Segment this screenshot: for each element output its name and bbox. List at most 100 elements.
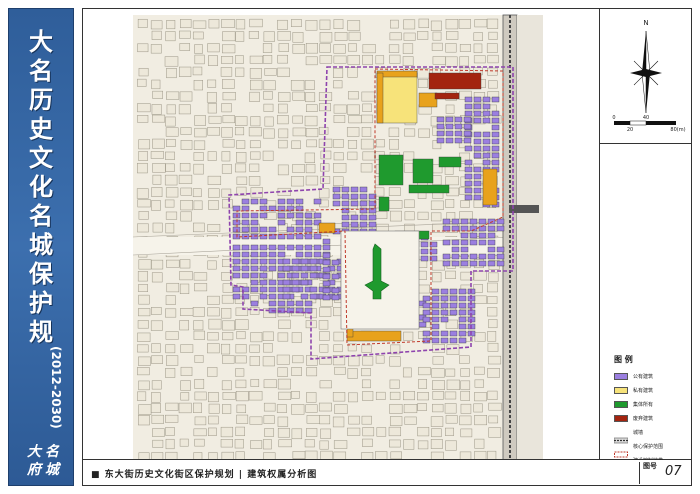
public-building (268, 226, 277, 233)
public-building (295, 233, 304, 240)
collective-building (378, 154, 404, 186)
public-building (440, 337, 449, 344)
public-building (341, 200, 350, 207)
public-building (478, 260, 487, 267)
public-building (473, 110, 482, 117)
legend-label: 核心保护范围 (633, 443, 664, 450)
public-building (431, 337, 440, 344)
banner-char: 历 (29, 85, 53, 114)
public-building (463, 116, 472, 123)
public-building (482, 117, 491, 124)
public-building (422, 302, 431, 309)
public-building (295, 198, 304, 205)
north-arrow: N 0 20 40 80(m) (612, 19, 685, 133)
legend-item: 城墙 (613, 425, 690, 443)
public-building (341, 221, 350, 228)
public-building (463, 130, 472, 137)
public-building (259, 272, 268, 279)
private-building (376, 72, 384, 124)
public-building (451, 246, 460, 253)
title-banner: 大 名 历 史 文 化 名 城 保 护 规 (2012-2030) 大 名 府 … (8, 8, 74, 486)
scale-tick-80: 80(m) (670, 127, 685, 133)
public-building (487, 260, 496, 267)
public-building (350, 200, 359, 207)
public-building (469, 239, 478, 246)
public-building (491, 124, 500, 131)
public-building (464, 110, 473, 117)
public-building (286, 226, 295, 233)
public-building (454, 123, 463, 130)
public-building (442, 218, 451, 225)
public-building (454, 116, 463, 123)
public-building (350, 193, 359, 200)
collective-building (408, 184, 450, 194)
public-building (458, 302, 467, 309)
public-building (473, 131, 482, 138)
public-building (449, 295, 458, 302)
public-building (487, 239, 496, 246)
public-building (322, 266, 331, 273)
public-building (241, 212, 250, 219)
public-building (469, 253, 478, 260)
banner-char: 史 (29, 114, 53, 143)
public-building (436, 123, 445, 130)
public-building (295, 244, 304, 251)
scale-tick-40: 40 (643, 115, 649, 121)
public-building (449, 337, 458, 344)
public-building (454, 137, 463, 144)
public-building (291, 286, 300, 293)
public-building (291, 265, 300, 272)
public-building (469, 260, 478, 267)
public-building (304, 300, 313, 307)
public-building (241, 219, 250, 226)
public-building (460, 246, 469, 253)
legend-item: 私有建筑 (614, 383, 690, 397)
public-building (304, 226, 313, 233)
public-building (445, 123, 454, 130)
legend-swatch (614, 414, 628, 422)
collective-building (438, 156, 462, 168)
public-building (322, 252, 331, 259)
public-building (473, 96, 482, 103)
public-building (286, 233, 295, 240)
public-building (241, 244, 250, 251)
public-building (250, 265, 259, 272)
public-building (458, 288, 467, 295)
legend-label: 公有建筑 (633, 373, 654, 380)
public-building (449, 302, 458, 309)
public-building (464, 180, 473, 187)
public-building (482, 145, 491, 152)
public-building (309, 272, 318, 279)
public-building (451, 239, 460, 246)
public-building (482, 110, 491, 117)
public-building (282, 258, 291, 265)
public-building (440, 295, 449, 302)
public-building (232, 272, 241, 279)
public-building (304, 251, 313, 258)
public-building (460, 225, 469, 232)
public-building (463, 137, 472, 144)
public-building (250, 226, 259, 233)
public-building (482, 96, 491, 103)
ownership-map[interactable] (83, 9, 600, 460)
public-building (464, 96, 473, 103)
public-building (458, 309, 467, 316)
public-building (473, 166, 482, 173)
public-building (473, 180, 482, 187)
public-building (422, 309, 431, 316)
public-building (436, 137, 445, 144)
map-frame[interactable] (82, 8, 600, 460)
public-building (313, 212, 322, 219)
public-building (322, 287, 331, 294)
public-building (322, 238, 331, 245)
public-building (420, 241, 429, 248)
public-building (295, 226, 304, 233)
public-building (259, 212, 268, 219)
public-building (250, 219, 259, 226)
public-building (451, 218, 460, 225)
public-building (259, 233, 268, 240)
public-building (259, 293, 268, 300)
public-building (460, 260, 469, 267)
public-building (487, 232, 496, 239)
public-building (442, 260, 451, 267)
